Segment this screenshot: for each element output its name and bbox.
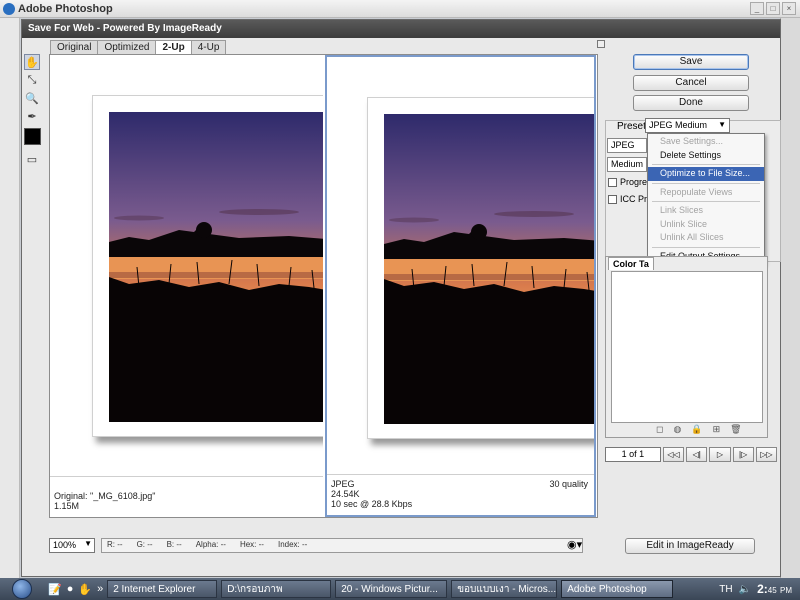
- app-title: Adobe Photoshop: [18, 3, 113, 15]
- menu-item-optimize-to-file-size[interactable]: Optimize to File Size...: [648, 167, 764, 181]
- animation-pager: 1 of 1 ◁◁ ◁| ▷ |▷ ▷▷: [605, 447, 778, 462]
- slice-select-icon[interactable]: ⤡: [24, 72, 40, 88]
- start-button[interactable]: [12, 579, 32, 599]
- edit-in-imageready-button[interactable]: Edit in ImageReady: [625, 538, 755, 554]
- play-icon[interactable]: ▷: [709, 447, 731, 462]
- new-color-icon[interactable]: ⊞: [713, 424, 721, 435]
- preview-canvas: Original: "_MG_6108.jpg" 1.15M JPEG 24.5…: [49, 54, 598, 518]
- icc-profile-checkbox[interactable]: ICC Pro: [608, 194, 652, 204]
- photo-frame: [92, 95, 323, 437]
- tab-color-table[interactable]: Color Ta: [608, 257, 654, 270]
- menu-item-unlink-slice[interactable]: Unlink Slice: [648, 218, 764, 232]
- settings-flyout-menu: Save Settings... Delete Settings Optimiz…: [647, 133, 765, 265]
- sunset-photo: [109, 112, 323, 422]
- view-tabs: Original Optimized 2-Up 4-Up: [50, 40, 227, 54]
- tab-optimized[interactable]: Optimized: [97, 40, 157, 54]
- trash-icon[interactable]: 🗑: [730, 424, 741, 435]
- firefox-icon[interactable]: ●: [67, 583, 74, 596]
- task-windows-picture[interactable]: 20 - Windows Pictur...: [335, 580, 448, 598]
- optimized-filesize: 24.54K: [331, 489, 360, 499]
- shift-web-icon[interactable]: ◻: [656, 424, 663, 435]
- color-table-swatches[interactable]: [611, 271, 763, 423]
- snap-web-icon[interactable]: ◍: [673, 424, 681, 435]
- eyedropper-color-swatch[interactable]: [24, 128, 41, 145]
- done-button[interactable]: Done: [633, 95, 749, 111]
- eyedropper-icon[interactable]: ✒: [24, 108, 40, 124]
- chevron-down-icon: ▼: [84, 539, 92, 548]
- color-readouts: R: -- G: -- B: -- Alpha: -- Hex: -- Inde…: [101, 538, 583, 553]
- save-button[interactable]: Save: [633, 54, 749, 70]
- preview-in-browser-icon[interactable]: ◉▾: [567, 538, 587, 553]
- preset-select[interactable]: JPEG Medium ▼: [645, 118, 730, 133]
- volume-icon[interactable]: 🔈: [739, 584, 751, 595]
- original-filename: Original: "_MG_6108.jpg": [54, 491, 156, 501]
- photoshop-titlebar: Adobe Photoshop _ □ ×: [0, 0, 800, 18]
- original-filesize: 1.15M: [54, 501, 80, 511]
- menu-item-link-slices[interactable]: Link Slices: [648, 204, 764, 218]
- format-select[interactable]: JPEG: [607, 138, 647, 153]
- dialog-toolbox: ✋ ⤡ 🔍 ✒ ▭: [24, 54, 42, 169]
- quick-launch: 📝 ● ✋ »: [48, 583, 103, 596]
- tab-original[interactable]: Original: [50, 40, 99, 54]
- sunset-photo: [384, 114, 594, 424]
- dialog-title: Save For Web - Powered By ImageReady: [22, 20, 780, 38]
- original-info: Original: "_MG_6108.jpg" 1.15M: [54, 491, 319, 511]
- task-folder[interactable]: D:\กรอบภาพ: [221, 580, 332, 598]
- taskbar: 📝 ● ✋ » 2 Internet Explorer D:\กรอบภาพ 2…: [0, 578, 800, 600]
- chevron-down-icon: ▼: [718, 120, 726, 129]
- cancel-button[interactable]: Cancel: [633, 75, 749, 91]
- prev-frame-icon[interactable]: ◁|: [686, 447, 708, 462]
- photo-frame: [367, 97, 594, 439]
- close-button[interactable]: ×: [782, 2, 796, 15]
- optimized-pane[interactable]: JPEG 24.54K 10 sec @ 28.8 Kbps 30 qualit…: [325, 55, 596, 517]
- next-frame-icon[interactable]: |▷: [732, 447, 754, 462]
- more-icon[interactable]: »: [97, 583, 103, 596]
- frame-count: 1 of 1: [605, 447, 661, 462]
- menu-item-delete-settings[interactable]: Delete Settings: [648, 149, 764, 163]
- preset-label: Preset:: [617, 121, 649, 132]
- minimize-button[interactable]: _: [750, 2, 764, 15]
- tab-2-up[interactable]: 2-Up: [155, 40, 192, 54]
- clock[interactable]: 2:45 PM: [757, 582, 792, 596]
- photoshop-toolbox-behind: [0, 18, 20, 578]
- hand-icon[interactable]: ✋: [24, 54, 40, 70]
- zoom-select[interactable]: 100% ▼: [49, 538, 95, 553]
- hand-icon[interactable]: ✋: [78, 583, 92, 596]
- quality-level-select[interactable]: Medium: [607, 157, 647, 172]
- last-frame-icon[interactable]: ▷▷: [755, 447, 778, 462]
- original-pane[interactable]: Original: "_MG_6108.jpg" 1.15M: [50, 55, 323, 517]
- optimized-download-time: 10 sec @ 28.8 Kbps: [331, 499, 413, 509]
- task-adobe-photoshop[interactable]: Adobe Photoshop: [561, 580, 674, 598]
- menu-item-unlink-all-slices[interactable]: Unlink All Slices: [648, 231, 764, 245]
- maximize-button[interactable]: □: [766, 2, 780, 15]
- lock-icon[interactable]: 🔒: [691, 424, 702, 435]
- system-tray: TH 🔈 2:45 PM: [719, 582, 800, 596]
- language-indicator[interactable]: TH: [719, 584, 732, 595]
- menu-item-save-settings[interactable]: Save Settings...: [648, 135, 764, 149]
- color-table-panel: Color Ta ◻ ◍ 🔒 ⊞ 🗑: [605, 256, 768, 438]
- toggle-slices-icon[interactable]: ▭: [24, 151, 40, 167]
- first-frame-icon[interactable]: ◁◁: [662, 447, 685, 462]
- zoom-icon[interactable]: 🔍: [24, 90, 40, 106]
- color-table-icons: ◻ ◍ 🔒 ⊞ 🗑: [656, 424, 742, 435]
- optimized-quality: 30 quality: [549, 479, 588, 489]
- view-corner-icon[interactable]: [597, 40, 605, 48]
- task-word-document[interactable]: ขอบแบบเงา - Micros...: [451, 580, 558, 598]
- photoshop-palettes-behind: [780, 18, 800, 578]
- status-bar: 100% ▼ R: -- G: -- B: -- Alpha: -- Hex: …: [49, 538, 583, 553]
- task-internet-explorer[interactable]: 2 Internet Explorer: [107, 580, 218, 598]
- save-for-web-dialog: Save For Web - Powered By ImageReady ✋ ⤡…: [21, 19, 781, 577]
- notepad-icon[interactable]: 📝: [48, 583, 62, 596]
- photoshop-logo-icon: [3, 3, 15, 15]
- tab-4-up[interactable]: 4-Up: [190, 40, 227, 54]
- optimized-info: JPEG 24.54K 10 sec @ 28.8 Kbps 30 qualit…: [331, 479, 590, 509]
- menu-item-repopulate-views[interactable]: Repopulate Views: [648, 186, 764, 200]
